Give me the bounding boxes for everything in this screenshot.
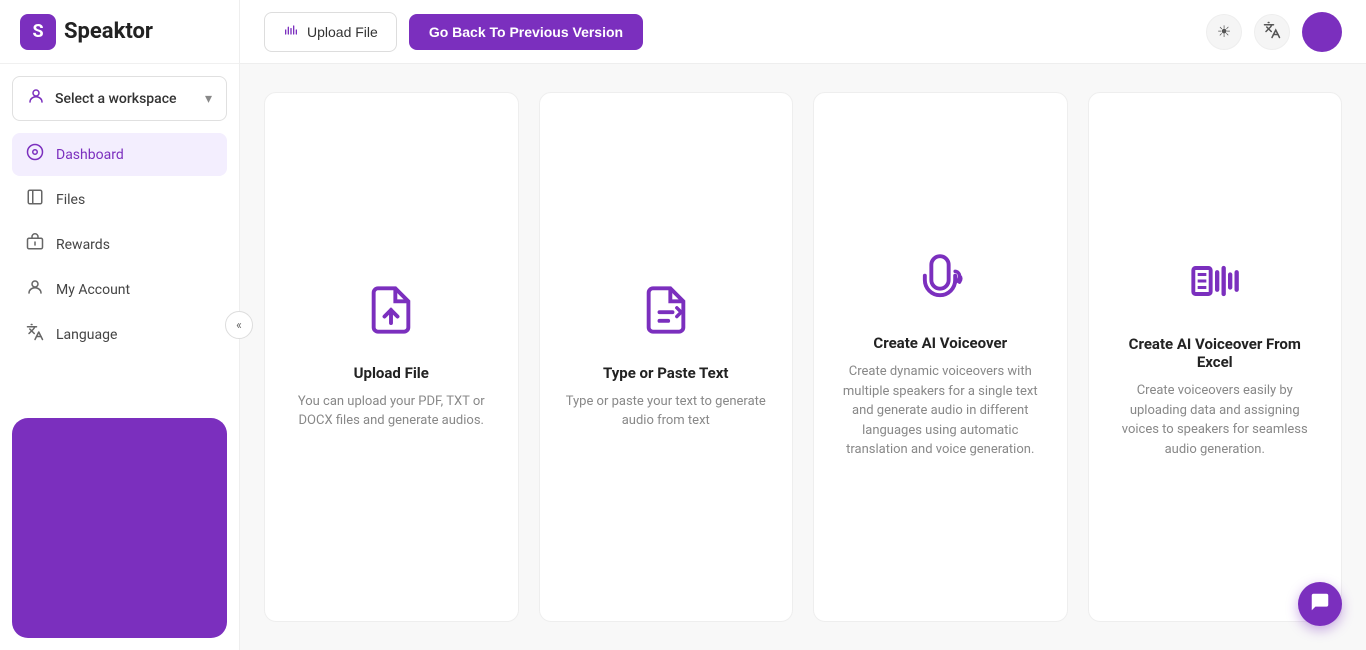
sidebar-item-files[interactable]: Files [12, 178, 227, 221]
ai-voiceover-card[interactable]: Create AI Voiceover Create dynamic voice… [813, 92, 1068, 622]
logo-icon: S [20, 14, 56, 50]
sidebar-item-dashboard[interactable]: Dashboard [12, 133, 227, 176]
main-content: Upload File Go Back To Previous Version … [240, 0, 1366, 650]
upload-file-card-title: Upload File [354, 364, 429, 382]
workspace-person-icon [27, 87, 45, 110]
sun-icon: ☀ [1217, 22, 1231, 41]
nav-list: Dashboard Files Rewards My Account Langu [0, 125, 239, 364]
ai-voiceover-card-title: Create AI Voiceover [873, 334, 1007, 352]
chat-icon [1309, 591, 1331, 618]
language-label: Language [56, 327, 117, 343]
sidebar-item-language[interactable]: Language [12, 313, 227, 356]
upload-file-card-icon [365, 284, 417, 344]
theme-toggle-button[interactable]: ☀ [1206, 14, 1242, 50]
workspace-chevron-icon: ▾ [205, 91, 212, 107]
chat-bubble-button[interactable] [1298, 582, 1342, 626]
dashboard-icon [26, 143, 44, 166]
account-card [12, 418, 227, 638]
logo-text: Speaktor [64, 19, 153, 44]
cards-grid: Upload File You can upload your PDF, TXT… [240, 64, 1366, 650]
files-icon [26, 188, 44, 211]
ai-voiceover-excel-card-desc: Create voiceovers easily by uploading da… [1113, 381, 1318, 459]
upload-file-card[interactable]: Upload File You can upload your PDF, TXT… [264, 92, 519, 622]
type-paste-card-title: Type or Paste Text [603, 364, 728, 382]
translate-icon [1263, 21, 1281, 43]
ai-voiceover-card-icon [914, 254, 966, 314]
type-paste-card[interactable]: Type or Paste Text Type or paste your te… [539, 92, 794, 622]
rewards-icon [26, 233, 44, 256]
logo-letter: S [32, 21, 43, 42]
collapse-icon: « [236, 318, 242, 332]
ai-voiceover-excel-card-icon [1189, 255, 1241, 315]
sidebar: S Speaktor Select a workspace ▾ Dashboar… [0, 0, 240, 650]
files-label: Files [56, 192, 85, 208]
ai-voiceover-excel-card-title: Create AI Voiceover From Excel [1113, 335, 1318, 371]
go-back-label: Go Back To Previous Version [429, 24, 623, 40]
upload-file-card-desc: You can upload your PDF, TXT or DOCX fil… [289, 392, 494, 431]
logo-area: S Speaktor [0, 0, 239, 64]
language-icon [26, 323, 44, 346]
sidebar-collapse-button[interactable]: « [225, 311, 253, 339]
workspace-label: Select a workspace [55, 91, 195, 107]
header: Upload File Go Back To Previous Version … [240, 0, 1366, 64]
ai-voiceover-excel-card[interactable]: Create AI Voiceover From Excel Create vo… [1088, 92, 1343, 622]
my-account-label: My Account [56, 282, 130, 298]
workspace-selector[interactable]: Select a workspace ▾ [12, 76, 227, 121]
sidebar-item-my-account[interactable]: My Account [12, 268, 227, 311]
type-paste-card-desc: Type or paste your text to generate audi… [564, 392, 769, 431]
language-toggle-button[interactable] [1254, 14, 1290, 50]
go-back-button[interactable]: Go Back To Previous Version [409, 14, 643, 50]
type-paste-card-icon [640, 284, 692, 344]
sidebar-bottom [0, 406, 239, 650]
my-account-icon [26, 278, 44, 301]
rewards-label: Rewards [56, 237, 110, 253]
sidebar-item-rewards[interactable]: Rewards [12, 223, 227, 266]
upload-waveform-icon [283, 22, 299, 42]
ai-voiceover-card-desc: Create dynamic voiceovers with multiple … [838, 362, 1043, 460]
user-avatar[interactable] [1302, 12, 1342, 52]
upload-file-header-label: Upload File [307, 24, 378, 40]
upload-file-header-button[interactable]: Upload File [264, 12, 397, 52]
dashboard-label: Dashboard [56, 147, 124, 163]
